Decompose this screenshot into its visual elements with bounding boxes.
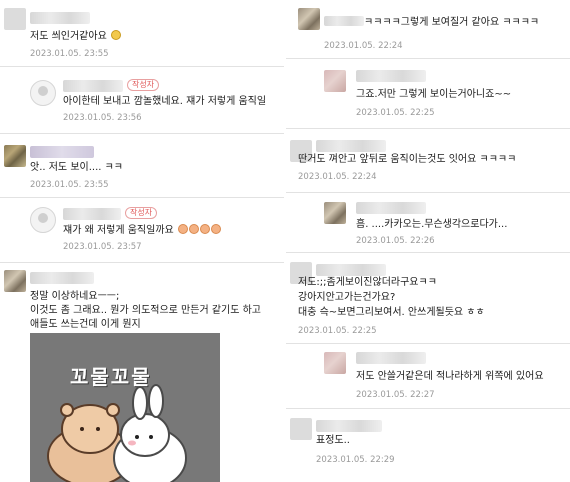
bear-and-bunny-illustration (47, 384, 187, 482)
divider (286, 192, 570, 193)
avatar (324, 202, 346, 224)
comment-date: 2023.01.05. 22:25 (356, 108, 435, 118)
comment-text: 흠. ....카카오는.무슨생각으로다가... (356, 219, 508, 230)
comment-text: 저도 안쓸거같은데 적나라하게 위쪽에 있어요 (356, 371, 544, 382)
divider (0, 133, 284, 134)
comment-text: 쟤가 왜 저렇게 움직일까요 (63, 224, 221, 237)
comment-text-line: 정말 이상하네요ㅡㅡ; (30, 291, 120, 302)
divider (286, 252, 570, 253)
divider (286, 408, 570, 409)
avatar (4, 145, 26, 167)
comment-date: 2023.01.05. 23:55 (30, 180, 109, 190)
comment-date: 2023.01.05. 23:56 (63, 113, 142, 123)
avatar (324, 352, 346, 374)
sticker-image: 꼬물꼬물 (30, 333, 220, 482)
blurred-username (316, 140, 386, 152)
divider (286, 58, 570, 59)
comment-date: 2023.01.05. 22:29 (316, 455, 395, 465)
comment-text-line: 저도:;;좀게보이진않더라구요ㅋㅋ (298, 277, 437, 288)
emoji-icon (188, 224, 199, 234)
author-badge: 작성자 (127, 79, 160, 91)
emoji-icon (177, 224, 188, 234)
divider (0, 197, 284, 198)
blurred-username (356, 70, 426, 82)
comment-text: ㅋㅋㅋㅋ그렇게 보여질거 같아요 ㅋㅋㅋㅋ (324, 16, 539, 29)
right-comment-panel: ㅋㅋㅋㅋ그렇게 보여질거 같아요 ㅋㅋㅋㅋ 2023.01.05. 22:24 … (286, 0, 570, 482)
emoji-icon (210, 224, 221, 234)
comment-text-line: 애들도 쓰는건데 이게 뭔지 (30, 319, 141, 330)
avatar (298, 8, 320, 30)
comment-text: 저도 씌인거같아요 (30, 30, 121, 43)
comment-text-line: 대충 슥~보면그리보여서. 안쓰게될듯요 ㅎㅎ (298, 307, 485, 318)
comment-text: 표정도.. (316, 435, 350, 446)
divider (0, 66, 284, 67)
blurred-username (356, 202, 426, 214)
comment-text-line: 이것도 좀 그래요.. 뭔가 의도적으로 만든거 같기도 하고 (30, 305, 262, 316)
comment-text: 딴거도 껴안고 앞뒤로 움직이는것도 잇어요 ㅋㅋㅋㅋ (298, 154, 517, 165)
comment-date: 2023.01.05. 22:25 (298, 326, 377, 336)
left-comment-panel: 저도 씌인거같아요 2023.01.05. 23:55 작성자 아이한테 보내고… (0, 0, 284, 482)
comment-text: 그죠.저만 그렇게 보이는거아니죠~~ (356, 89, 512, 100)
comment-date: 2023.01.05. 22:24 (298, 172, 377, 182)
comment-text: 앗.. 저도 보이.... ㅋㅋ (30, 162, 124, 173)
emoji-icon (110, 30, 121, 40)
avatar (4, 8, 26, 30)
emoji-icon (199, 224, 210, 234)
avatar (4, 270, 26, 292)
comment-date: 2023.01.05. 22:26 (356, 236, 435, 246)
comment-text: 아이한테 보내고 깜놀했네요. 쟤가 저렇게 움직일 (63, 96, 267, 107)
comment-date: 2023.01.05. 22:24 (324, 41, 403, 51)
divider (286, 128, 570, 129)
blurred-username (63, 208, 121, 220)
avatar (290, 418, 312, 440)
comment-date: 2023.01.05. 22:27 (356, 390, 435, 400)
avatar (30, 80, 56, 106)
blurred-username (30, 272, 94, 284)
avatar (30, 207, 56, 233)
divider (286, 343, 570, 344)
blurred-username (63, 80, 123, 92)
blurred-username (316, 420, 382, 432)
blurred-username (316, 264, 386, 276)
comment-date: 2023.01.05. 23:55 (30, 49, 109, 59)
divider (0, 262, 284, 263)
comment-text-line: 강아지안고가는건가요? (298, 292, 396, 303)
avatar (324, 70, 346, 92)
blurred-username (324, 16, 364, 26)
author-badge: 작성자 (125, 207, 158, 219)
comment-date: 2023.01.05. 23:57 (63, 242, 142, 252)
blurred-username (356, 352, 426, 364)
blurred-username (30, 146, 94, 158)
blurred-username (30, 12, 90, 24)
